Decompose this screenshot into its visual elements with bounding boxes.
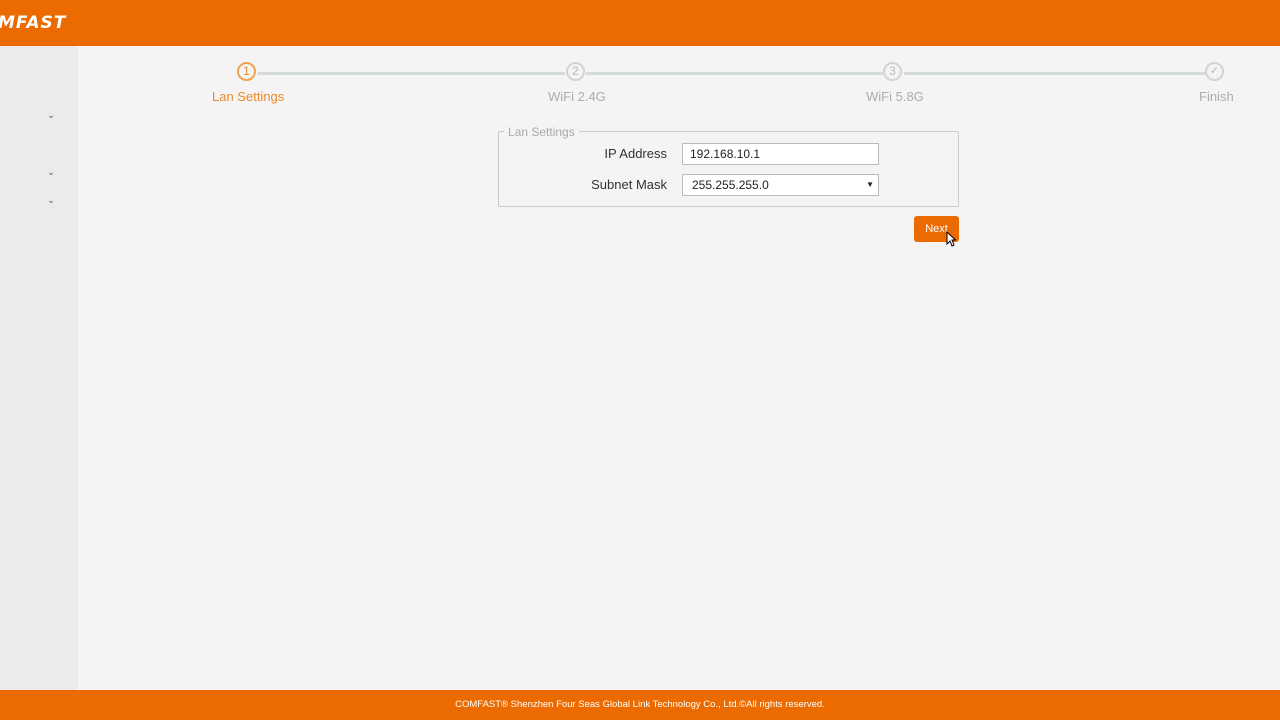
check-icon: ✓ bbox=[1205, 62, 1224, 81]
chevron-down-icon[interactable]: ⌄ bbox=[45, 167, 57, 177]
ip-address-label: IP Address bbox=[604, 146, 667, 161]
fieldset-legend: Lan Settings bbox=[504, 125, 579, 139]
ip-address-value: 192.168.10.1 bbox=[690, 147, 761, 161]
subnet-mask-value: 255.255.255.0 bbox=[692, 178, 769, 192]
comfast-logo: MFAST bbox=[0, 13, 67, 33]
step-3-circle: 3 bbox=[883, 62, 902, 81]
step-finish-label: Finish bbox=[1199, 89, 1234, 104]
top-header: MFAST bbox=[0, 0, 1280, 46]
dropdown-arrow-icon: ▼ bbox=[866, 180, 874, 189]
footer: COMFAST® Shenzhen Four Seas Global Link … bbox=[0, 690, 1280, 720]
step-1-circle: 1 bbox=[237, 62, 256, 81]
step-1-label: Lan Settings bbox=[212, 89, 285, 104]
step-2-circle: 2 bbox=[566, 62, 585, 81]
step-3-label: WiFi 5.8G bbox=[866, 89, 924, 104]
mouse-cursor-icon bbox=[946, 231, 956, 247]
chevron-down-icon[interactable]: ⌄ bbox=[45, 110, 57, 120]
copyright-text: COMFAST® Shenzhen Four Seas Global Link … bbox=[455, 699, 825, 710]
step-connector bbox=[904, 72, 1206, 75]
ip-address-input[interactable]: 192.168.10.1 bbox=[682, 143, 879, 165]
step-connector bbox=[258, 72, 565, 75]
subnet-mask-select[interactable]: 255.255.255.0 ▼ bbox=[682, 174, 879, 196]
chevron-down-icon[interactable]: ⌄ bbox=[45, 195, 57, 205]
sidebar: ⌄ ⌄ ⌄ bbox=[0, 46, 78, 690]
step-2-label: WiFi 2.4G bbox=[548, 89, 606, 104]
subnet-mask-label: Subnet Mask bbox=[591, 177, 667, 192]
step-connector bbox=[586, 72, 883, 75]
